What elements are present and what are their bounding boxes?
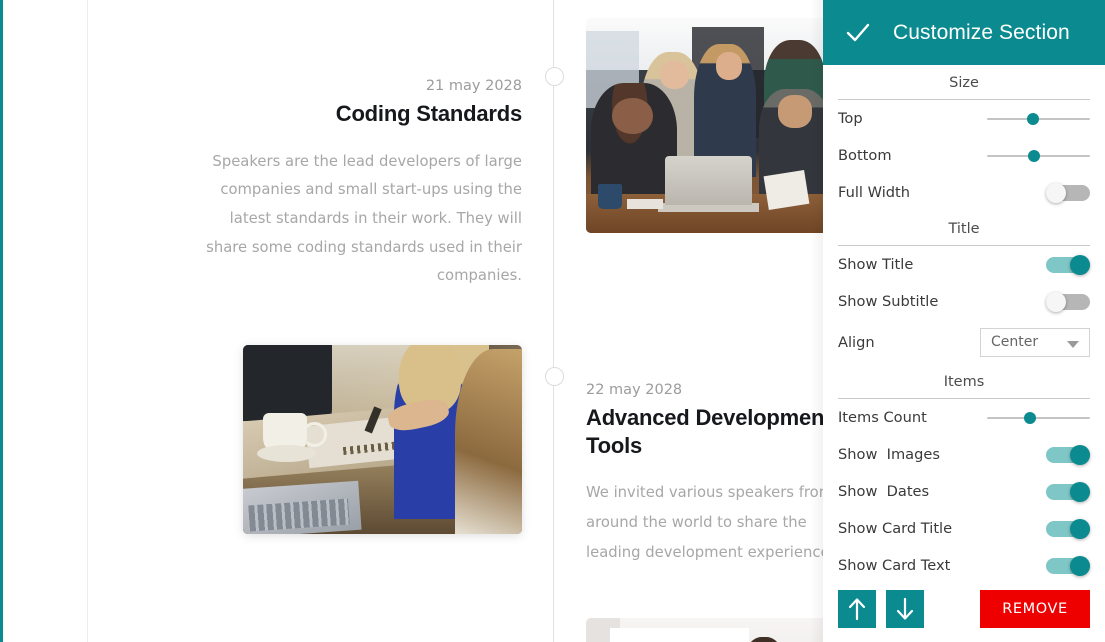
control-label: Show Images xyxy=(838,446,940,463)
card-text: Speakers are the lead developers of larg… xyxy=(206,152,522,285)
toggle-knob xyxy=(1070,518,1090,539)
control-row-bottom: Bottom xyxy=(838,137,1090,174)
slider-thumb[interactable] xyxy=(1024,411,1037,424)
control-label: Full Width xyxy=(838,184,910,201)
panel-header: Customize Section xyxy=(823,0,1105,65)
control-row-show-card-title: Show Card Title xyxy=(838,510,1090,547)
timeline-card-1-text-block[interactable]: 21 may 2028 Coding Standards Speakers ar… xyxy=(188,76,522,291)
panel-drop-shadow xyxy=(810,0,824,642)
control-row-show-dates: Show Dates xyxy=(838,473,1090,510)
toggle-knob xyxy=(1070,481,1090,502)
show-card-title-toggle[interactable] xyxy=(1046,518,1090,539)
left-gutter-divider xyxy=(87,0,88,642)
items-count-slider[interactable] xyxy=(987,410,1090,426)
control-label: Align xyxy=(838,333,875,351)
check-icon[interactable] xyxy=(845,20,871,46)
control-label: Bottom xyxy=(838,147,892,164)
control-row-items-count: Items Count xyxy=(838,399,1090,436)
timeline-card-2-text-block[interactable]: 22 may 2028 Advanced Development Tools W… xyxy=(586,380,823,568)
slider-track xyxy=(987,416,1090,419)
toggle-knob xyxy=(1070,444,1090,465)
bottom-slider[interactable] xyxy=(987,148,1090,164)
align-select-value: Center xyxy=(991,334,1039,350)
timeline-node xyxy=(545,367,564,386)
timeline-node xyxy=(545,67,564,86)
page-preview-canvas[interactable]: 21 may 2028 Coding Standards Speakers ar… xyxy=(3,0,823,642)
top-slider[interactable] xyxy=(987,111,1090,127)
toggle-knob xyxy=(1046,291,1066,312)
card-title: Coding Standards xyxy=(335,100,522,126)
move-section-down-button[interactable] xyxy=(886,590,924,628)
presentation-photo xyxy=(586,618,823,642)
card-text: We invited various speakers from around … xyxy=(586,484,823,561)
control-label: Show Subtitle xyxy=(838,293,939,310)
show-images-toggle[interactable] xyxy=(1046,444,1090,465)
section-heading-title: Title xyxy=(838,211,1090,246)
full-width-toggle[interactable] xyxy=(1046,182,1090,203)
panel-title: Customize Section xyxy=(893,20,1070,44)
control-row-top: Top xyxy=(838,100,1090,137)
control-label: Items Count xyxy=(838,409,927,426)
toggle-knob xyxy=(1070,254,1090,275)
customize-section-panel: Customize Section Size Top Bottom Full W… xyxy=(823,0,1105,642)
arrow-up-icon xyxy=(848,598,866,621)
panel-body: Size Top Bottom Full Width Title Show Ti… xyxy=(823,65,1105,584)
control-label: Show Dates xyxy=(838,483,930,500)
move-section-up-button[interactable] xyxy=(838,590,876,628)
timeline-card-2-image[interactable] xyxy=(243,345,522,534)
chevron-down-icon xyxy=(1067,340,1079,348)
timeline-card-1-image[interactable] xyxy=(586,18,823,233)
card-date: 22 may 2028 xyxy=(586,382,683,398)
control-row-show-subtitle: Show Subtitle xyxy=(838,283,1090,320)
show-title-toggle[interactable] xyxy=(1046,254,1090,275)
control-label: Show Card Title xyxy=(838,520,953,537)
show-card-text-toggle[interactable] xyxy=(1046,555,1090,576)
control-row-align: Align Center xyxy=(838,320,1090,364)
business-meeting-photo xyxy=(586,18,823,233)
control-label: Show Title xyxy=(838,256,914,273)
show-dates-toggle[interactable] xyxy=(1046,481,1090,502)
arrow-down-icon xyxy=(896,597,914,620)
panel-footer: REMOVE xyxy=(823,590,1105,642)
remove-section-button[interactable]: REMOVE xyxy=(980,590,1090,628)
show-subtitle-toggle[interactable] xyxy=(1046,291,1090,312)
toggle-knob xyxy=(1046,182,1066,203)
control-row-show-card-text: Show Card Text xyxy=(838,547,1090,584)
control-row-full-width: Full Width xyxy=(838,174,1090,211)
timeline-card-3-image[interactable] xyxy=(586,618,823,642)
timeline-axis-line xyxy=(553,0,554,642)
coworking-desk-photo xyxy=(243,345,522,534)
card-date: 21 may 2028 xyxy=(425,78,522,94)
control-label: Top xyxy=(838,110,863,127)
section-heading-size: Size xyxy=(838,65,1090,100)
slider-thumb[interactable] xyxy=(1027,112,1040,125)
section-heading-items: Items xyxy=(838,364,1090,399)
control-row-show-images: Show Images xyxy=(838,436,1090,473)
toggle-knob xyxy=(1070,555,1090,576)
align-select[interactable]: Center xyxy=(980,327,1090,357)
control-row-show-title: Show Title xyxy=(838,246,1090,283)
app-root: 21 may 2028 Coding Standards Speakers ar… xyxy=(0,0,1105,642)
control-label: Show Card Text xyxy=(838,557,951,574)
card-title: Advanced Development Tools xyxy=(586,404,823,458)
slider-thumb[interactable] xyxy=(1028,149,1041,162)
